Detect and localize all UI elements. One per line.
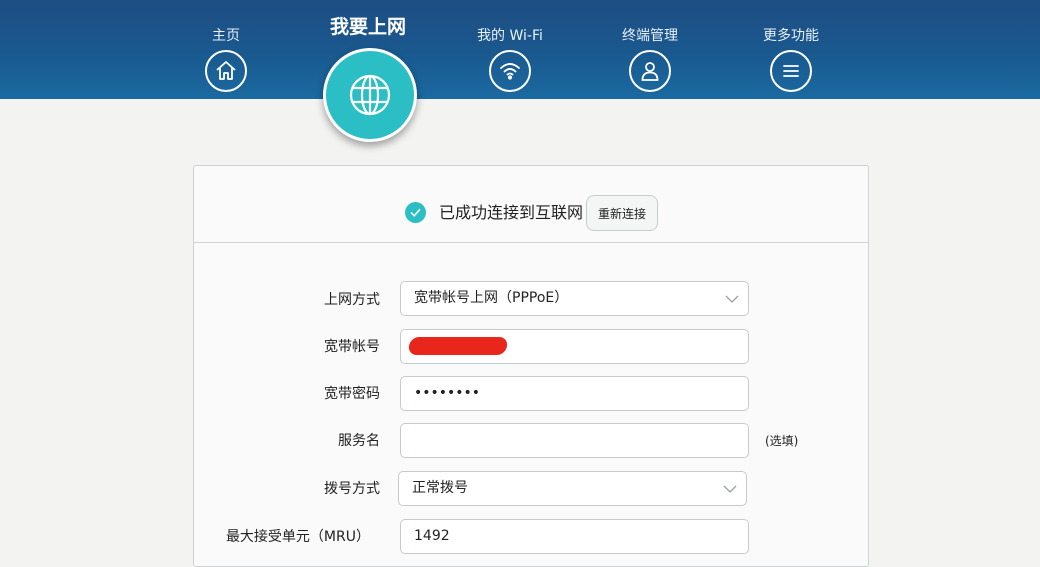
menu-icon — [770, 50, 812, 92]
nav-item-terminal-management[interactable]: 终端管理 — [590, 0, 710, 92]
nav-item-more-functions[interactable]: 更多功能 — [731, 0, 851, 92]
nav-item-label: 终端管理 — [622, 28, 678, 44]
top-navigation-bar: 主页 我的 Wi-Fi 终端管理 更多功能 — [0, 0, 1040, 99]
dial-mode-select[interactable]: 正常拨号 — [398, 471, 747, 506]
mru-input[interactable]: 1492 — [400, 519, 749, 554]
nav-item-label: 主页 — [212, 28, 240, 44]
broadband-password-value: •••••••• — [414, 385, 481, 401]
chevron-down-icon — [725, 295, 739, 303]
wifi-icon — [489, 50, 531, 92]
connection-mode-value: 宽带帐号上网（PPPoE） — [414, 290, 569, 306]
nav-item-wifi[interactable]: 我的 Wi-Fi — [450, 0, 570, 92]
broadband-password-input[interactable]: •••••••• — [400, 376, 749, 411]
optional-hint: (选填) — [765, 434, 799, 448]
broadband-password-label: 宽带密码 — [324, 386, 380, 402]
dial-mode-value: 正常拨号 — [412, 480, 468, 496]
mru-label: 最大接受单元（MRU） — [225, 529, 370, 545]
nav-item-label: 我的 Wi-Fi — [477, 28, 543, 44]
dial-mode-label: 拨号方式 — [324, 481, 380, 497]
nav-item-home[interactable]: 主页 — [166, 0, 286, 92]
redaction-mark — [407, 337, 509, 355]
connection-status-text: 已成功连接到互联网 — [439, 203, 584, 222]
broadband-account-input[interactable] — [400, 329, 749, 364]
chevron-down-icon — [723, 485, 737, 493]
reconnect-button[interactable]: 重新连接 — [586, 195, 658, 231]
nav-active-label: 我要上网 — [329, 16, 406, 38]
globe-icon[interactable] — [323, 48, 417, 142]
service-name-label: 服务名 — [338, 433, 380, 449]
connection-mode-label: 上网方式 — [324, 292, 380, 308]
mru-value: 1492 — [414, 528, 450, 544]
nav-item-label: 更多功能 — [763, 28, 819, 44]
check-icon — [405, 202, 426, 223]
broadband-account-label: 宽带帐号 — [324, 339, 380, 355]
user-icon — [629, 50, 671, 92]
home-icon — [205, 50, 247, 92]
connection-mode-select[interactable]: 宽带帐号上网（PPPoE） — [400, 281, 749, 316]
service-name-input[interactable] — [400, 423, 749, 458]
internet-settings-panel: 已成功连接到互联网 重新连接 上网方式 宽带帐号上网（PPPoE） 宽带帐号 宽… — [193, 165, 869, 567]
connection-status-row: 已成功连接到互联网 重新连接 — [194, 166, 868, 243]
